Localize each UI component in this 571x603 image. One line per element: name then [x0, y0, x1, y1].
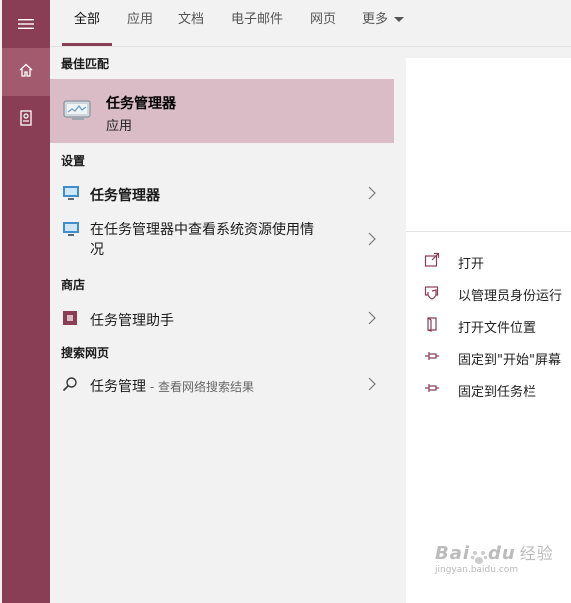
tab-web[interactable]: 网页 — [310, 0, 336, 46]
tab-more[interactable]: 更多 — [362, 0, 405, 46]
home-icon — [18, 62, 34, 82]
settings-item-label-line2: 况 — [90, 242, 104, 258]
store-item-label: 任务管理助手 — [90, 313, 174, 329]
tab-more-label: 更多 — [362, 12, 389, 27]
best-match-subtitle: 应用 — [106, 119, 133, 134]
tab-email[interactable]: 电子邮件 — [231, 0, 283, 46]
web-search-item[interactable]: 任务管理 - 查看网络搜索结果 — [50, 369, 394, 401]
monitor-icon — [62, 185, 80, 205]
pin-icon — [424, 348, 440, 368]
file-location-icon — [424, 316, 440, 336]
web-search-query: 任务管理 — [90, 379, 146, 395]
watermark-du: du — [488, 543, 516, 564]
web-search-hint: - 查看网络搜索结果 — [146, 380, 254, 394]
preview-pane: 打开 以管理员身份运行 打开文件位置 固定到"开始"屏幕 固定到任务栏 — [406, 58, 571, 603]
watermark-url: jingyan.baidu.com — [435, 565, 519, 575]
store-app-icon — [62, 310, 78, 330]
chevron-right-icon — [368, 231, 376, 250]
search-panel: 全部 应用 文档 电子邮件 网页 更多 最佳匹配 任务管理器 应用 设置 任务管… — [50, 0, 571, 603]
watermark-bai: Bai — [435, 543, 471, 564]
paw-icon — [470, 549, 488, 564]
search-icon — [62, 376, 78, 396]
notebook-icon — [19, 110, 33, 130]
notebook-button[interactable] — [2, 96, 50, 144]
open-icon — [424, 252, 440, 272]
filter-tabs: 全部 应用 文档 电子邮件 网页 更多 — [50, 0, 571, 47]
action-label: 固定到任务栏 — [458, 385, 537, 400]
tab-all[interactable]: 全部 — [61, 0, 113, 46]
settings-item-label-line1: 在任务管理器中查看系统资源使用情 — [90, 222, 314, 238]
best-match-title: 任务管理器 — [106, 96, 176, 112]
chevron-right-icon — [368, 376, 376, 395]
action-label: 打开 — [458, 257, 485, 272]
task-manager-icon — [62, 97, 94, 127]
settings-header: 设置 — [61, 154, 86, 168]
chevron-right-icon — [368, 310, 376, 329]
pin-icon — [424, 380, 440, 400]
best-match-item[interactable]: 任务管理器 应用 — [50, 79, 394, 143]
store-header: 商店 — [61, 278, 86, 292]
action-label: 打开文件位置 — [458, 321, 537, 336]
web-search-header: 搜索网页 — [61, 346, 110, 360]
settings-item-label: 任务管理器 — [90, 188, 160, 204]
results-list: 最佳匹配 任务管理器 应用 设置 任务管理器 在任务管理器中查看系统资源使用情 … — [50, 47, 394, 603]
settings-item-task-manager[interactable]: 任务管理器 — [50, 177, 394, 209]
monitor-icon — [62, 221, 80, 241]
home-button[interactable] — [2, 48, 50, 96]
tab-apps[interactable]: 应用 — [127, 0, 153, 46]
preview-divider — [406, 231, 571, 232]
settings-item-resource-usage[interactable]: 在任务管理器中查看系统资源使用情 况 — [50, 217, 394, 261]
watermark: Bai du 经验 jingyan.baidu.com — [435, 540, 554, 575]
store-item-task-assistant[interactable]: 任务管理助手 — [50, 302, 394, 334]
action-label: 固定到"开始"屏幕 — [458, 353, 561, 368]
sidebar — [2, 0, 50, 603]
chevron-right-icon — [368, 185, 376, 204]
shield-icon — [424, 284, 440, 304]
watermark-jingyan: 经验 — [519, 544, 554, 563]
action-label: 以管理员身份运行 — [458, 289, 563, 304]
tab-documents[interactable]: 文档 — [178, 0, 204, 46]
hamburger-menu-button[interactable] — [2, 0, 50, 48]
hamburger-menu-icon — [18, 15, 34, 34]
best-match-header: 最佳匹配 — [61, 57, 110, 71]
chevron-down-icon — [394, 17, 405, 22]
